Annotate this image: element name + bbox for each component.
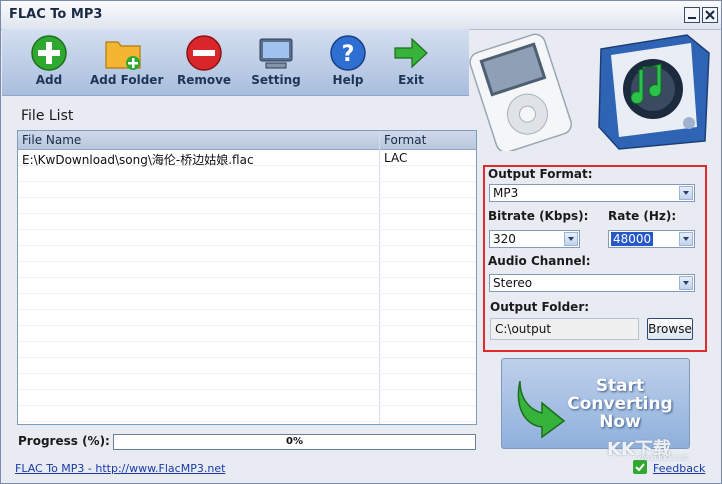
app-window: FLAC To MP3 Add Add Folder Remove Settin… — [0, 0, 722, 484]
checkmark-icon — [633, 460, 647, 474]
table-row-empty — [18, 278, 476, 294]
add-button[interactable]: Add — [20, 29, 78, 95]
browse-button[interactable]: Browse — [647, 318, 693, 340]
table-row-empty — [18, 214, 476, 230]
format-cell: LAC — [384, 151, 408, 165]
file-list-title: File List — [21, 108, 74, 124]
table-row-empty — [18, 374, 476, 390]
title-bar[interactable]: FLAC To MP3 — [1, 1, 721, 30]
table-header: File Name Format — [18, 131, 476, 150]
table-row-empty — [18, 358, 476, 374]
start-label-line3: Now — [599, 412, 641, 432]
music-speaker-logo — [598, 34, 710, 150]
minimize-icon — [688, 17, 696, 19]
add-folder-button[interactable]: Add Folder — [90, 29, 163, 95]
chevron-down-icon[interactable] — [679, 276, 693, 290]
start-label-line1: Start — [595, 376, 645, 396]
exit-button[interactable]: Exit — [388, 29, 434, 95]
table-row-empty — [18, 342, 476, 358]
output-settings-panel: Output Format: MP3 Bitrate (Kbps): 320 R… — [483, 165, 707, 352]
table-row-empty — [18, 294, 476, 310]
close-button[interactable] — [702, 7, 718, 23]
chevron-down-icon[interactable] — [679, 186, 693, 200]
window-title: FLAC To MP3 — [9, 7, 103, 22]
progress-label: Progress (%): — [18, 434, 110, 448]
add-icon — [31, 35, 67, 71]
audio-channel-select[interactable]: Stereo — [489, 274, 695, 292]
file-list-table[interactable]: File Name Format E:\KwDownload\song\海伦-桥… — [17, 130, 477, 425]
table-row[interactable]: E:\KwDownload\song\海伦-桥边姑娘.flac LAC — [18, 150, 476, 167]
column-header-format[interactable]: Format — [384, 133, 426, 147]
setting-button[interactable]: Setting — [246, 29, 306, 95]
start-label-line2: Converting — [567, 394, 673, 414]
close-icon — [705, 10, 715, 20]
table-row-empty — [18, 262, 476, 278]
table-row-empty — [18, 166, 476, 182]
progress-value: 0% — [286, 436, 303, 447]
folder-add-icon — [105, 41, 141, 70]
bitrate-label: Bitrate (Kbps): — [488, 209, 589, 223]
monitor-settings-icon — [259, 38, 293, 69]
chevron-down-icon[interactable] — [564, 232, 578, 246]
table-row-empty — [18, 326, 476, 342]
table-row-empty — [18, 230, 476, 246]
column-header-file-name[interactable]: File Name — [22, 133, 81, 147]
curved-arrow-down-icon — [517, 380, 566, 439]
toolbar: Add Add Folder Remove Setting ? Help Exi… — [2, 29, 469, 96]
audio-channel-label: Audio Channel: — [488, 254, 591, 268]
remove-button[interactable]: Remove — [174, 29, 234, 95]
output-folder-label: Output Folder: — [490, 300, 590, 314]
bitrate-select[interactable]: 320 — [489, 230, 580, 248]
table-row-empty — [18, 406, 476, 422]
output-folder-field[interactable]: C:\output — [490, 318, 639, 340]
table-row-empty — [18, 198, 476, 214]
rate-select[interactable]: 48000 — [608, 230, 695, 248]
feedback-link[interactable]: Feedback — [653, 462, 705, 475]
table-row-empty — [18, 246, 476, 262]
chevron-down-icon[interactable] — [679, 232, 693, 246]
help-button[interactable]: ? Help — [322, 29, 374, 95]
table-row-empty — [18, 390, 476, 406]
output-format-select[interactable]: MP3 — [489, 184, 695, 202]
svg-text:?: ? — [342, 42, 355, 67]
remove-icon — [186, 35, 222, 71]
help-icon: ? — [330, 35, 366, 71]
table-row-empty — [18, 310, 476, 326]
progress-bar: 0% — [113, 434, 476, 450]
website-link[interactable]: FLAC To MP3 - http://www.FlacMP3.net — [15, 462, 225, 475]
watermark-url: www.kkx.net — [637, 453, 689, 462]
exit-arrow-icon — [394, 37, 428, 69]
output-format-label: Output Format: — [488, 167, 593, 181]
rate-label: Rate (Hz): — [608, 209, 677, 223]
minimize-button[interactable] — [684, 7, 700, 23]
table-row-empty — [18, 182, 476, 198]
